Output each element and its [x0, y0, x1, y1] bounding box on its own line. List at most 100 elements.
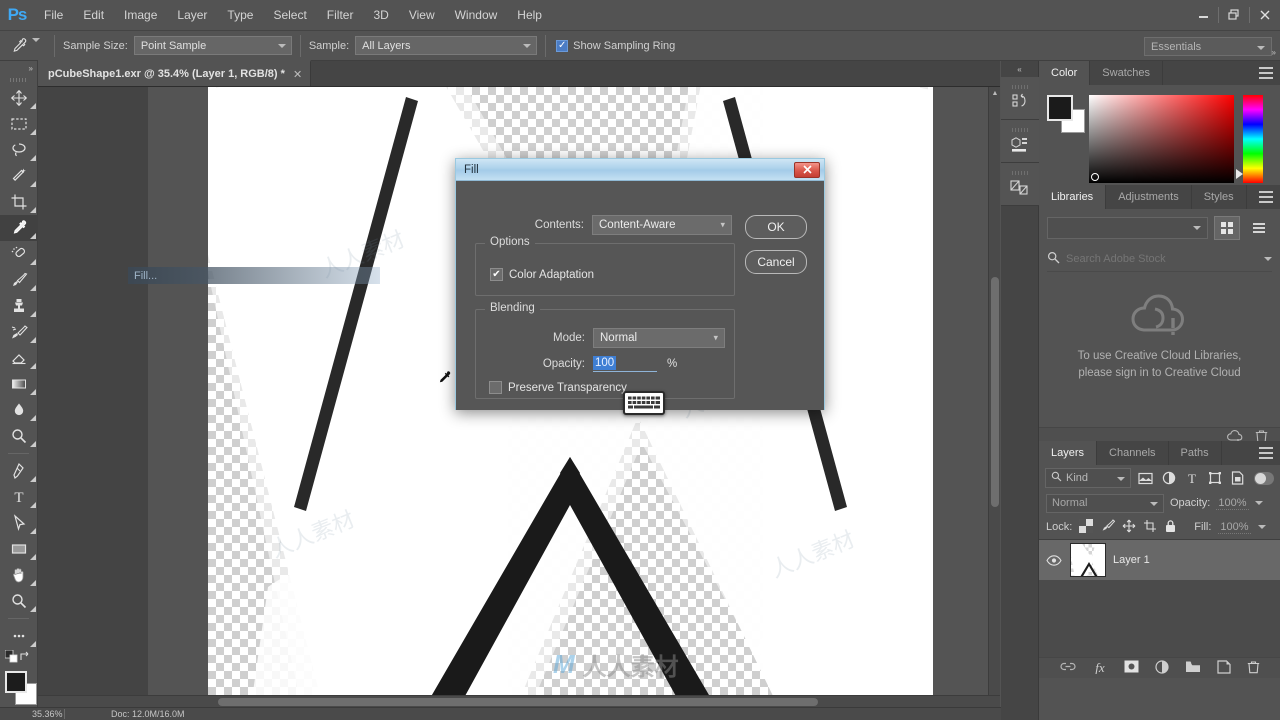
eye-icon[interactable]: [1045, 554, 1063, 566]
clone-stamp-tool[interactable]: [0, 293, 38, 319]
search-adobe-stock-row[interactable]: [1047, 246, 1272, 272]
tool-preset-chevron-icon[interactable]: [32, 38, 40, 49]
blend-mode-select[interactable]: Normal: [1046, 493, 1164, 513]
dialog-title-bar[interactable]: Fill: [456, 159, 824, 181]
dodge-tool[interactable]: [0, 423, 38, 449]
menu-select[interactable]: Select: [263, 0, 316, 30]
sample-size-select[interactable]: Point Sample: [133, 36, 292, 55]
filter-pixel-layers-icon[interactable]: [1136, 468, 1154, 488]
show-sampling-ring-checkbox[interactable]: Show Sampling Ring: [556, 39, 681, 52]
lock-transparent-pixels-icon[interactable]: [1079, 518, 1094, 536]
close-icon[interactable]: [794, 161, 820, 178]
filter-adjustment-layers-icon[interactable]: [1160, 468, 1178, 488]
eyedropper-icon[interactable]: [6, 34, 32, 58]
ok-button[interactable]: OK: [745, 215, 807, 239]
foreground-color-swatch[interactable]: [5, 671, 27, 693]
move-tool[interactable]: [0, 85, 38, 111]
horizontal-type-tool[interactable]: T: [0, 484, 38, 510]
library-select[interactable]: [1047, 217, 1208, 239]
workspace-select[interactable]: Essentials: [1144, 37, 1272, 56]
blur-tool[interactable]: [0, 397, 38, 423]
foreground-background-colors[interactable]: [0, 669, 38, 709]
close-icon[interactable]: [1250, 3, 1280, 27]
link-layers-icon[interactable]: [1059, 661, 1076, 675]
zoom-tool[interactable]: [0, 588, 38, 614]
filter-kind-select[interactable]: Kind: [1045, 468, 1132, 488]
fill-value[interactable]: 100%: [1218, 521, 1251, 534]
menu-layer[interactable]: Layer: [167, 0, 217, 30]
color-picker-handle[interactable]: [1091, 173, 1099, 181]
path-selection-tool[interactable]: [0, 510, 38, 536]
swap-colors-icon[interactable]: [19, 650, 32, 666]
magic-wand-tool[interactable]: [0, 163, 38, 189]
color-swatches[interactable]: [1047, 95, 1087, 137]
toolbar-grip[interactable]: [0, 75, 37, 85]
contents-select[interactable]: Content-Aware ▾: [592, 215, 732, 235]
scrollbar-thumb[interactable]: [218, 698, 818, 706]
menu-image[interactable]: Image: [114, 0, 167, 30]
panel-menu-icon[interactable]: [1259, 67, 1273, 82]
rectangle-tool[interactable]: [0, 536, 38, 562]
delete-layer-icon[interactable]: [1247, 660, 1260, 677]
mode-select[interactable]: Normal ▾: [593, 328, 725, 348]
chevron-down-icon[interactable]: [1257, 525, 1266, 529]
menu-view[interactable]: View: [399, 0, 445, 30]
opacity-input[interactable]: 100: [593, 355, 657, 372]
3d-panel-icon[interactable]: [1001, 120, 1039, 163]
tab-libraries[interactable]: Libraries: [1039, 185, 1107, 209]
add-layer-mask-icon[interactable]: [1124, 660, 1139, 676]
chevron-down-icon[interactable]: [1264, 256, 1272, 261]
pen-tool[interactable]: [0, 458, 38, 484]
menu-edit[interactable]: Edit: [73, 0, 114, 30]
minimize-icon[interactable]: [1188, 3, 1218, 27]
restore-icon[interactable]: [1219, 3, 1249, 27]
layer-opacity-value[interactable]: 100%: [1216, 497, 1249, 510]
fill-dialog[interactable]: Fill Contents: Content-Aware ▾ OK Cancel: [455, 158, 825, 415]
history-brush-tool[interactable]: [0, 319, 38, 345]
tab-styles[interactable]: Styles: [1192, 185, 1247, 209]
tab-adjustments[interactable]: Adjustments: [1106, 185, 1192, 209]
menu-3d[interactable]: 3D: [363, 0, 398, 30]
tab-color[interactable]: Color: [1039, 61, 1091, 85]
menu-filter[interactable]: Filter: [317, 0, 364, 30]
toolbar-collapse-button[interactable]: »: [0, 61, 37, 75]
canvas-vertical-scrollbar[interactable]: ▲ ▼: [988, 87, 1000, 707]
table-row[interactable]: Layer 1: [1039, 540, 1280, 580]
menu-help[interactable]: Help: [507, 0, 552, 30]
document-tab[interactable]: pCubeShape1.exr @ 35.4% (Layer 1, RGB/8)…: [38, 60, 312, 86]
tab-layers[interactable]: Layers: [1039, 441, 1098, 465]
canvas-horizontal-scrollbar[interactable]: [38, 695, 1000, 707]
filter-smart-objects-icon[interactable]: [1229, 468, 1247, 488]
tab-swatches[interactable]: Swatches: [1090, 61, 1163, 85]
layer-styles-icon[interactable]: fx: [1092, 660, 1108, 677]
filter-shape-layers-icon[interactable]: [1206, 468, 1224, 488]
gradient-tool[interactable]: [0, 371, 38, 397]
lock-image-pixels-icon[interactable]: [1100, 518, 1116, 536]
default-colors-icon[interactable]: [4, 649, 18, 666]
preserve-transparency-checkbox[interactable]: Preserve Transparency: [489, 381, 627, 394]
lasso-tool[interactable]: [0, 137, 38, 163]
chevron-down-icon[interactable]: [1254, 501, 1263, 505]
close-icon[interactable]: ✕: [293, 68, 302, 81]
menu-window[interactable]: Window: [445, 0, 508, 30]
search-input[interactable]: [1066, 252, 1258, 265]
crop-tool[interactable]: [0, 189, 38, 215]
layers-list[interactable]: Layer 1: [1039, 539, 1280, 657]
lock-all-icon[interactable]: [1164, 519, 1177, 536]
menu-file[interactable]: File: [34, 0, 73, 30]
edit-toolbar-tool[interactable]: [0, 623, 38, 649]
foreground-color-swatch[interactable]: [1047, 95, 1073, 121]
document-info[interactable]: Doc: 12.0M/16.0M: [71, 709, 185, 719]
lock-position-icon[interactable]: [1122, 519, 1136, 536]
panel-menu-icon[interactable]: [1259, 191, 1273, 206]
properties-panel-icon[interactable]: [1001, 163, 1039, 206]
spot-healing-brush-tool[interactable]: [0, 241, 38, 267]
grid-view-button[interactable]: [1214, 216, 1240, 240]
eyedropper-tool[interactable]: [0, 215, 38, 241]
layer-name[interactable]: Layer 1: [1113, 554, 1150, 566]
hue-slider-handle[interactable]: [1236, 169, 1243, 179]
history-panel-icon[interactable]: [1001, 77, 1039, 120]
cancel-button[interactable]: Cancel: [745, 250, 807, 274]
brush-tool[interactable]: [0, 267, 38, 293]
sample-select[interactable]: All Layers: [355, 36, 538, 55]
